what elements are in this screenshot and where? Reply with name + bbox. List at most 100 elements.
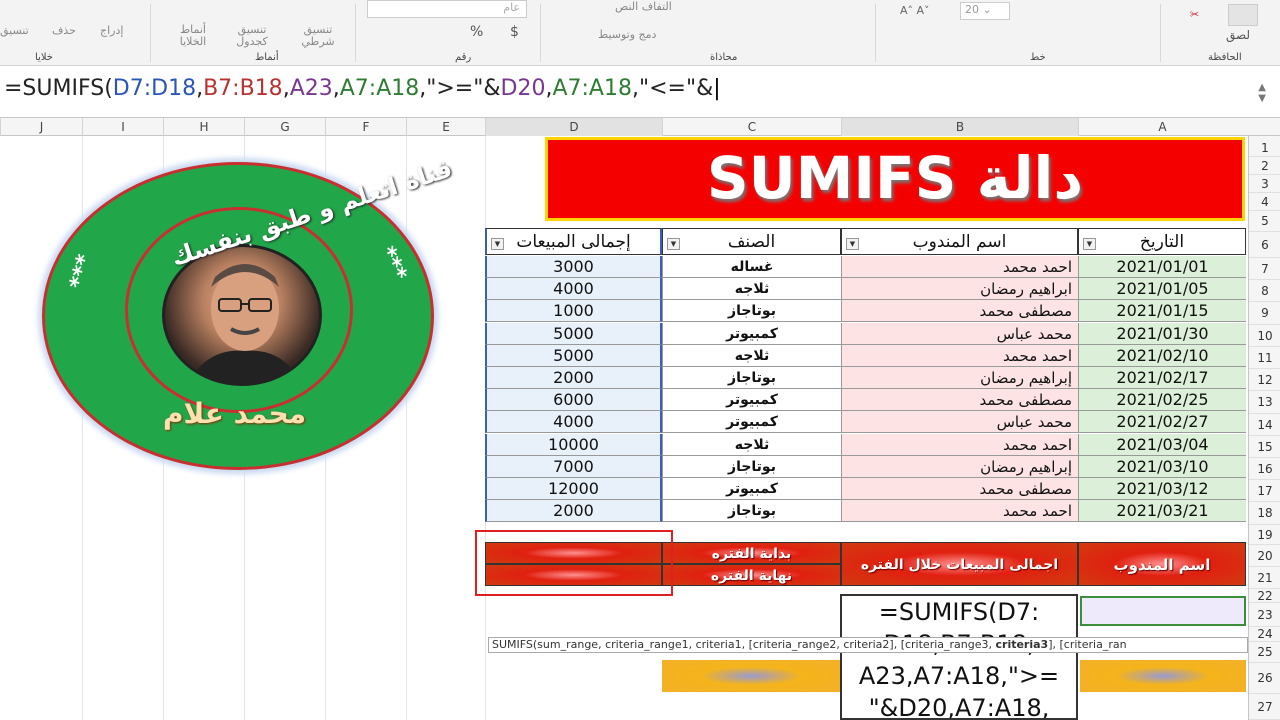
total-cell[interactable]: 5000 xyxy=(485,322,662,345)
delete-button[interactable]: حذف xyxy=(52,24,76,37)
category-cell[interactable]: بوتاجاز xyxy=(662,500,841,523)
rep-cell[interactable]: احمد محمد xyxy=(841,256,1078,278)
total-cell[interactable]: 4000 xyxy=(485,411,662,434)
row-header-16[interactable]: 16 xyxy=(1249,458,1280,480)
rep-input-cell[interactable] xyxy=(1080,596,1246,626)
date-cell[interactable]: 2021/01/15 xyxy=(1078,300,1246,323)
total-cell[interactable]: 4000 xyxy=(485,278,662,301)
filter-dropdown-icon[interactable]: ▼ xyxy=(667,238,680,250)
date-cell[interactable]: 2021/01/30 xyxy=(1078,322,1246,345)
criteria-end-label[interactable]: نهاية الفتره xyxy=(662,564,841,586)
filter-dropdown-icon[interactable]: ▼ xyxy=(846,238,859,250)
column-header-c[interactable]: C xyxy=(662,118,841,136)
category-cell[interactable]: بوتاجاز xyxy=(662,455,841,478)
filter-dropdown-icon[interactable]: ▼ xyxy=(1083,238,1096,250)
rep-cell[interactable]: مصطفى محمد xyxy=(841,300,1078,323)
highlight-cell[interactable] xyxy=(1080,660,1246,692)
row-header-15[interactable]: 15 xyxy=(1249,436,1280,458)
filter-dropdown-icon[interactable]: ▼ xyxy=(491,238,504,250)
row-header-18[interactable]: 18 xyxy=(1249,502,1280,525)
category-cell[interactable]: كمبيوتر xyxy=(662,411,841,434)
date-cell[interactable]: 2021/01/01 xyxy=(1078,256,1246,278)
paste-button[interactable]: لصق xyxy=(1226,28,1250,42)
row-header-8[interactable]: 8 xyxy=(1249,280,1280,302)
rep-cell[interactable]: محمد عباس xyxy=(841,411,1078,434)
category-cell[interactable]: غساله xyxy=(662,256,841,278)
highlight-cell[interactable] xyxy=(662,660,840,692)
date-cell[interactable]: 2021/03/10 xyxy=(1078,455,1246,478)
row-header-17[interactable]: 17 xyxy=(1249,480,1280,502)
row-header-3[interactable]: 3 xyxy=(1249,175,1280,193)
total-cell[interactable]: 12000 xyxy=(485,478,662,500)
row-header-2[interactable]: 2 xyxy=(1249,157,1280,175)
header-category[interactable]: الصنف ▼ xyxy=(662,228,841,255)
row-header-23[interactable]: 23 xyxy=(1249,603,1280,627)
formula-bar-expand-icon[interactable]: ▲ ▼ xyxy=(1258,82,1266,104)
column-header-j[interactable]: J xyxy=(0,118,82,136)
rep-cell[interactable]: احمد محمد xyxy=(841,500,1078,523)
font-grow-icon[interactable]: A˄ A˅ xyxy=(900,4,930,17)
row-header-5[interactable]: 5 xyxy=(1249,211,1280,232)
header-rep[interactable]: اسم المندوب ▼ xyxy=(841,228,1078,255)
row-header-26[interactable]: 26 xyxy=(1249,663,1280,694)
category-cell[interactable]: ثلاجه xyxy=(662,433,841,456)
row-header-14[interactable]: 14 xyxy=(1249,414,1280,436)
rep-cell[interactable]: مصطفى محمد xyxy=(841,389,1078,412)
row-header-9[interactable]: 9 xyxy=(1249,302,1280,325)
row-header-13[interactable]: 13 xyxy=(1249,391,1280,414)
rep-cell[interactable]: ابراهيم رمضان xyxy=(841,278,1078,301)
row-header-22[interactable]: 22 xyxy=(1249,589,1280,603)
header-date[interactable]: التاريخ ▼ xyxy=(1078,228,1246,255)
date-cell[interactable]: 2021/02/17 xyxy=(1078,367,1246,389)
row-header-27[interactable]: 27 xyxy=(1249,694,1280,720)
date-cell[interactable]: 2021/02/25 xyxy=(1078,389,1246,412)
row-header-10[interactable]: 10 xyxy=(1249,325,1280,347)
total-cell[interactable]: 7000 xyxy=(485,455,662,478)
date-cell[interactable]: 2021/03/12 xyxy=(1078,478,1246,500)
column-header-i[interactable]: I xyxy=(82,118,163,136)
total-cell[interactable]: 2000 xyxy=(485,367,662,389)
date-cell[interactable]: 2021/02/10 xyxy=(1078,344,1246,367)
rep-cell[interactable]: احمد محمد xyxy=(841,433,1078,456)
row-header-11[interactable]: 11 xyxy=(1249,347,1280,369)
rep-cell[interactable]: محمد عباس xyxy=(841,322,1078,345)
date-cell[interactable]: 2021/03/04 xyxy=(1078,433,1246,456)
date-cell[interactable]: 2021/01/05 xyxy=(1078,278,1246,301)
category-cell[interactable]: بوتاجاز xyxy=(662,300,841,323)
header-total[interactable]: إجمالى المبيعات ▼ xyxy=(485,228,662,255)
date-cell[interactable]: 2021/03/21 xyxy=(1078,500,1246,523)
total-cell[interactable]: 1000 xyxy=(485,300,662,323)
category-cell[interactable]: ثلاجه xyxy=(662,344,841,367)
row-header-20[interactable]: 20 xyxy=(1249,545,1280,567)
row-header-7[interactable]: 7 xyxy=(1249,258,1280,280)
row-header-24[interactable]: 24 xyxy=(1249,627,1280,642)
row-header-21[interactable]: 21 xyxy=(1249,567,1280,589)
rep-cell[interactable]: إبراهيم رمضان xyxy=(841,455,1078,478)
row-header-6[interactable]: 6 xyxy=(1249,232,1280,258)
column-header-g[interactable]: G xyxy=(244,118,325,136)
column-header-d[interactable]: D xyxy=(485,118,662,136)
date-cell[interactable]: 2021/02/27 xyxy=(1078,411,1246,434)
number-format-select[interactable]: عام xyxy=(367,0,527,18)
category-cell[interactable]: كمبيوتر xyxy=(662,322,841,345)
row-header-4[interactable]: 4 xyxy=(1249,193,1280,211)
category-cell[interactable]: بوتاجاز xyxy=(662,367,841,389)
total-cell[interactable]: 2000 xyxy=(485,500,662,523)
category-cell[interactable]: كمبيوتر xyxy=(662,389,841,412)
row-header-12[interactable]: 12 xyxy=(1249,369,1280,391)
column-header-e[interactable]: E xyxy=(406,118,485,136)
category-cell[interactable]: كمبيوتر xyxy=(662,478,841,500)
total-cell[interactable]: 10000 xyxy=(485,433,662,456)
criteria-rep-label[interactable]: اسم المندوب xyxy=(1078,542,1246,586)
rep-cell[interactable]: إبراهيم رمضان xyxy=(841,367,1078,389)
criteria-total-label[interactable]: اجمالى المبيعات خلال الفتره xyxy=(841,542,1078,586)
formula-bar[interactable]: =SUMIFS(D7:D18,B7:B18,A23,A7:A18,">="&D2… xyxy=(0,66,1280,118)
merge-center-button[interactable]: دمج وتوسيط xyxy=(598,28,656,41)
percent-icon[interactable]: % xyxy=(470,24,483,40)
row-header-19[interactable]: 19 xyxy=(1249,525,1280,545)
row-header-25[interactable]: 25 xyxy=(1249,642,1280,663)
insert-button[interactable]: إدراج xyxy=(100,24,123,37)
row-header-1[interactable]: 1 xyxy=(1249,139,1280,157)
formula-text[interactable]: =SUMIFS(D7:D18,B7:B18,A23,A7:A18,">="&D2… xyxy=(4,76,721,101)
criteria-start-label[interactable]: بداية الفتره xyxy=(662,542,841,564)
